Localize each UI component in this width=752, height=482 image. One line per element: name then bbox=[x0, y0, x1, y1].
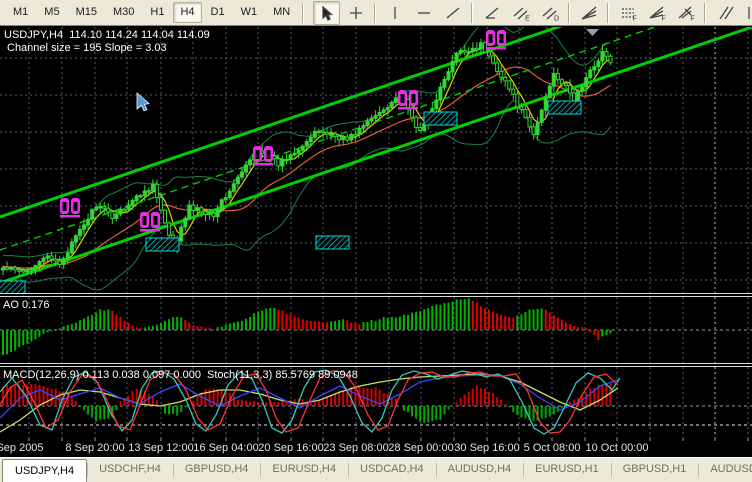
gann-fan-icon bbox=[581, 6, 597, 20]
chart-tab-usdcad-h4[interactable]: USDCAD,H4 bbox=[348, 458, 436, 482]
ao-indicator-panel[interactable]: AO 0.176 bbox=[0, 297, 752, 363]
svg-text:F: F bbox=[661, 15, 665, 21]
trendline-icon bbox=[446, 7, 460, 18]
chart-tab-audusd-h4[interactable]: AUDUSD,H4 bbox=[435, 458, 524, 482]
fibo-arcs-icon: F bbox=[678, 6, 694, 21]
fibo-arcs-button[interactable]: F bbox=[672, 1, 699, 25]
ao-histogram bbox=[2, 298, 612, 356]
chart-tab-gbpusd-h1[interactable]: GBPUSD,H1 bbox=[610, 458, 699, 482]
andrews-pitchfork-icon bbox=[719, 6, 734, 19]
ao-canvas[interactable] bbox=[0, 297, 752, 363]
toolbar: M1M5M15M30H1H4D1W1MN EDFFFAT bbox=[0, 0, 752, 26]
time-axis-label: 23 Sep 08:00 bbox=[323, 442, 389, 454]
toolbar-divider bbox=[471, 2, 474, 23]
equidistant-channel-button[interactable]: E bbox=[507, 1, 534, 25]
horizontal-line-button[interactable] bbox=[410, 1, 437, 25]
toolbar-divider bbox=[568, 2, 571, 23]
svg-text:E: E bbox=[525, 15, 530, 21]
timeframe-button-mn[interactable]: MN bbox=[266, 2, 297, 23]
horizontal-line-icon bbox=[417, 11, 430, 14]
stddev-channel-icon: D bbox=[542, 7, 559, 21]
timeframe-buttons: M1 M5 M15 M30 H1 H4 D1 W1 MN bbox=[5, 2, 298, 23]
grid-horizontal bbox=[0, 57, 752, 281]
line-study-buttons: EDFFFAT bbox=[312, 0, 752, 25]
cursor-button[interactable] bbox=[313, 0, 341, 25]
trendline-by-angle-icon bbox=[485, 7, 499, 19]
macd-stoch-panel[interactable]: MACD(12,26,9) 0.113 0.038 0.097 0.000 St… bbox=[0, 367, 752, 438]
fibo-timezones-button[interactable] bbox=[740, 1, 752, 25]
crosshair-icon bbox=[349, 6, 362, 19]
chart-tab-usdchf-h4[interactable]: USDCHF,H4 bbox=[87, 458, 173, 482]
time-axis-label: 13 Sep 12:00 bbox=[128, 442, 194, 454]
equidistant-channel-icon: E bbox=[513, 7, 530, 21]
candles bbox=[1, 38, 613, 276]
svg-text:D: D bbox=[554, 15, 559, 21]
fibo-fan-button[interactable]: F bbox=[643, 1, 670, 25]
timeframe-button-m5[interactable]: M5 bbox=[37, 2, 66, 23]
timeframe-button-m15[interactable]: M15 bbox=[69, 2, 104, 23]
crosshair-button[interactable] bbox=[342, 1, 369, 25]
timeframe-button-h4[interactable]: H4 bbox=[173, 2, 202, 23]
timeframe-button-m1[interactable]: M1 bbox=[6, 2, 35, 23]
chart-shift-marker-icon bbox=[586, 29, 599, 36]
fibo-timezones-icon bbox=[748, 6, 750, 19]
macd-stoch-label: MACD(12,26,9) 0.113 0.038 0.097 0.000 St… bbox=[3, 369, 358, 381]
time-axis-label: 16 Sep 04:00 bbox=[193, 442, 259, 454]
time-axis[interactable]: Sep 2005 8 Sep 20:00 13 Sep 12:00 16 Sep 04… bbox=[0, 438, 752, 457]
vertical-line-icon bbox=[394, 6, 396, 19]
vertical-line-button[interactable] bbox=[381, 1, 408, 25]
time-axis-label: 30 Sep 16:00 bbox=[454, 442, 520, 454]
toolbar-divider bbox=[302, 2, 305, 23]
stddev-channel-button[interactable]: D bbox=[536, 1, 563, 25]
chart-title: USDJPY,H4 114.10 114.24 114.04 114.09 bbox=[4, 29, 210, 41]
chart-tab-eurusd-h1[interactable]: EURUSD,H1 bbox=[523, 458, 611, 482]
trendline-by-angle-button[interactable] bbox=[478, 1, 505, 25]
chart-tab-usdjpy-h4[interactable]: USDJPY,H4 bbox=[2, 459, 88, 482]
fibo-retracement-icon: F bbox=[621, 7, 636, 21]
toolbar-divider bbox=[607, 2, 610, 23]
chart-tab-gbpusd-h4[interactable]: GBPUSD,H4 bbox=[172, 458, 261, 482]
andrews-pitchfork-button[interactable] bbox=[711, 1, 738, 25]
toolbar-divider bbox=[374, 2, 377, 23]
time-axis-label: 5 Oct 08:00 bbox=[523, 442, 581, 454]
gann-fan-button[interactable] bbox=[575, 1, 602, 25]
cursor-icon bbox=[322, 5, 333, 21]
toolbar-divider bbox=[704, 2, 707, 23]
trendline-button[interactable] bbox=[439, 1, 466, 25]
timeframe-button-h1[interactable]: H1 bbox=[143, 2, 171, 23]
chart-tabbar: USDJPY,H4 USDCHF,H4 GBPUSD,H4 EURUSD,H4 USDC… bbox=[0, 457, 752, 482]
fibo-retracement-button[interactable]: F bbox=[614, 1, 641, 25]
price-chart-canvas[interactable] bbox=[0, 0, 752, 295]
signal-markers bbox=[60, 30, 506, 232]
chart-tab-eurusd-h4[interactable]: EURUSD,H4 bbox=[260, 458, 348, 482]
time-axis-label: 28 Sep 00:00 bbox=[388, 442, 454, 454]
chart-tab-audusd-h1[interactable]: AUDUSD,H1 bbox=[698, 458, 752, 482]
fibo-fan-icon: F bbox=[649, 6, 665, 21]
grid bbox=[28, 27, 749, 293]
svg-text:F: F bbox=[632, 15, 636, 21]
mouse-cursor-icon bbox=[136, 92, 150, 112]
regression-channel bbox=[0, 0, 752, 285]
ao-indicator-label: AO 0.176 bbox=[3, 299, 50, 311]
timeframe-button-w1[interactable]: W1 bbox=[234, 2, 265, 23]
moving-averages bbox=[2, 48, 611, 271]
time-axis-label: 8 Sep 20:00 bbox=[65, 442, 125, 454]
price-chart-panel[interactable]: USDJPY,H4 114.10 114.24 114.04 114.09 Ch… bbox=[0, 0, 752, 295]
mt4-window: M1M5M15M30H1H4D1W1MN EDFFFAT USDJPY,H4 1… bbox=[0, 0, 752, 482]
svg-text:F: F bbox=[690, 15, 694, 21]
timeframe-button-d1[interactable]: D1 bbox=[204, 2, 232, 23]
time-axis-label: Sep 2005 bbox=[0, 442, 44, 454]
channel-info-label: Channel size = 195 Slope = 3.03 bbox=[7, 42, 167, 54]
time-axis-label: 10 Oct 00:00 bbox=[585, 442, 649, 454]
timeframe-button-m30[interactable]: M30 bbox=[106, 2, 141, 23]
time-axis-label: 20 Sep 16:00 bbox=[258, 442, 324, 454]
